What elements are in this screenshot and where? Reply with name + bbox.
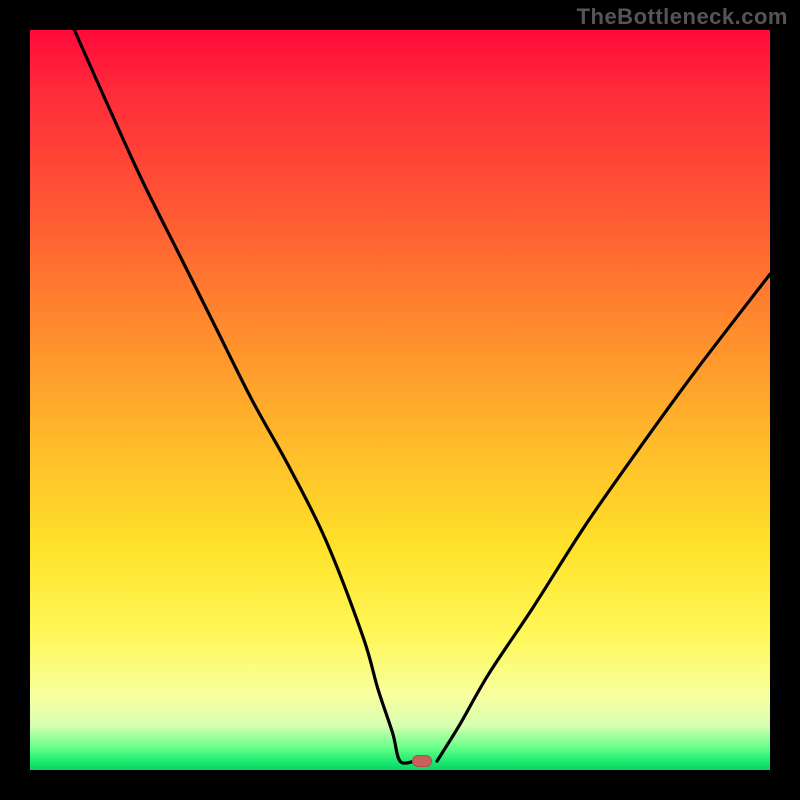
watermark: TheBottleneck.com <box>577 4 788 30</box>
optimal-marker <box>412 755 432 767</box>
bottleneck-curve <box>30 30 770 770</box>
plot-area <box>30 30 770 770</box>
chart-frame: TheBottleneck.com <box>0 0 800 800</box>
curve-left-branch <box>74 30 414 763</box>
curve-right-branch <box>437 274 770 761</box>
